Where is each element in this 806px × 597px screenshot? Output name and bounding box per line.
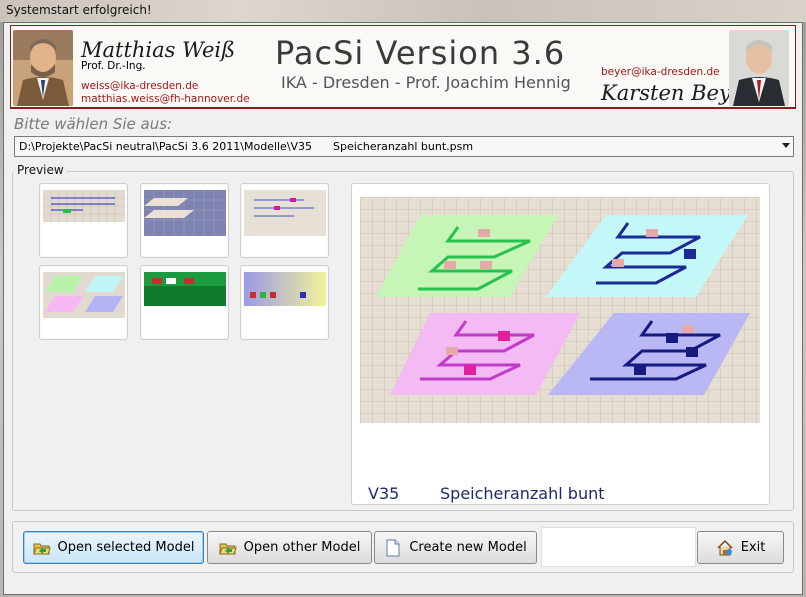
model-file-path: D:\Projekte\PacSi neutral\PacSi 3.6 2011…: [19, 140, 474, 153]
app-name: PacSi Version 3.6: [275, 34, 566, 72]
open-other-model-button[interactable]: Open other Model: [207, 531, 372, 564]
preview-thumbnail-2[interactable]: [140, 183, 229, 258]
main-window: Matthias Weiß Prof. Dr.-Ing. weiss@ika-d…: [3, 22, 803, 595]
left-email-1: weiss@ika-dresden.de: [81, 80, 199, 92]
create-new-model-button[interactable]: Create new Model: [374, 531, 537, 564]
exit-label: Exit: [740, 540, 766, 555]
folder-open-icon: [218, 539, 237, 557]
left-person-title: Prof. Dr.-Ing.: [81, 60, 146, 72]
app-subtitle: IKA - Dresden - Prof. Joachim Hennig: [281, 73, 571, 92]
selection-prompt: Bitte wählen Sie aus:: [14, 115, 173, 133]
document-new-icon: [384, 539, 402, 557]
preview-thumbnail-4[interactable]: [39, 265, 128, 340]
model-preview-panel: V35 Speicheranzahl bunt: [351, 183, 770, 505]
header-banner: Matthias Weiß Prof. Dr.-Ing. weiss@ika-d…: [10, 25, 796, 109]
open-selected-label: Open selected Model: [57, 540, 195, 555]
window-title: Systemstart erfolgreich!: [6, 3, 152, 17]
right-email: beyer@ika-dresden.de: [601, 66, 720, 78]
preview-thumbnail-5[interactable]: [140, 265, 229, 340]
open-other-label: Open other Model: [243, 540, 361, 555]
preview-thumbnail-6[interactable]: [240, 265, 329, 340]
status-box: [541, 527, 696, 567]
preview-label: Preview: [14, 163, 67, 177]
left-email-2: matthias.weiss@fh-hannover.de: [81, 93, 250, 105]
avatar-right: [729, 30, 789, 106]
avatar-left: [13, 30, 73, 106]
create-new-label: Create new Model: [409, 540, 527, 555]
title-bar: Systemstart erfolgreich!: [0, 0, 806, 22]
model-preview-image: [360, 197, 760, 423]
exit-button[interactable]: Exit: [697, 531, 784, 564]
selected-model-number: V35: [368, 484, 400, 503]
model-file-select[interactable]: D:\Projekte\PacSi neutral\PacSi 3.6 2011…: [14, 136, 794, 157]
preview-thumbnail-3[interactable]: [240, 183, 329, 258]
folder-open-icon: [32, 539, 51, 557]
open-selected-model-button[interactable]: Open selected Model: [23, 531, 204, 564]
left-person-name: Matthias Weiß: [81, 38, 236, 62]
preview-thumbnail-1[interactable]: [39, 183, 128, 258]
house-exit-icon: [716, 539, 734, 557]
chevron-down-icon[interactable]: [782, 143, 790, 148]
selected-model-name: Speicheranzahl bunt: [440, 484, 605, 503]
